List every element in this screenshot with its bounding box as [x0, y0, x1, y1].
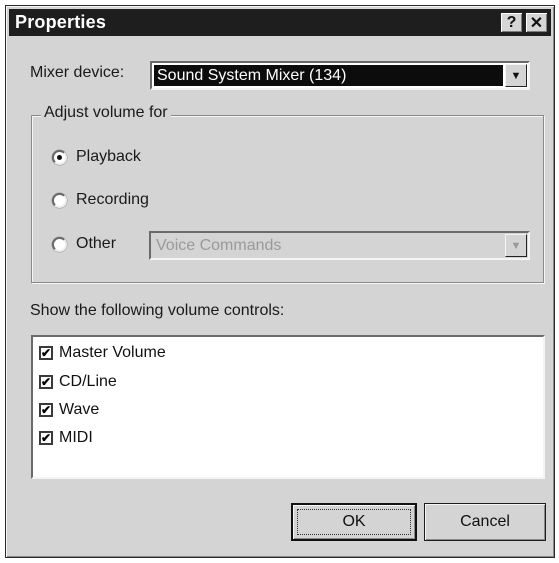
properties-dialog: Properties ? ✕ Mixer device: Sound Syste…	[5, 5, 555, 558]
radio-playback-label[interactable]: Playback	[76, 148, 141, 166]
checkbox-wave[interactable]: ✔	[39, 403, 53, 417]
list-item-label: CD/Line	[59, 373, 117, 390]
radio-recording-label[interactable]: Recording	[76, 191, 149, 209]
checkbox-master-volume[interactable]: ✔	[39, 346, 53, 360]
cancel-button[interactable]: Cancel	[424, 503, 546, 541]
volume-controls-label: Show the following volume controls:	[30, 302, 285, 319]
ok-button-label: OK	[342, 513, 366, 530]
other-device-dropdown[interactable]: Voice Commands ▼	[149, 231, 530, 260]
list-item-label: Master Volume	[59, 344, 166, 361]
radio-selected-dot	[57, 155, 62, 160]
mixer-device-dropdown[interactable]: Sound System Mixer (134) ▼	[150, 61, 530, 90]
radio-other[interactable]	[52, 237, 67, 252]
chevron-down-icon[interactable]: ▼	[505, 64, 527, 87]
radio-other-label[interactable]: Other	[76, 235, 116, 253]
chevron-down-icon[interactable]: ▼	[505, 234, 527, 257]
ok-button[interactable]: OK	[291, 503, 417, 541]
adjust-volume-group: Adjust volume for Playback Recording Oth…	[31, 104, 544, 283]
title-bar[interactable]: Properties ? ✕	[9, 9, 551, 36]
adjust-volume-legend: Adjust volume for	[41, 104, 171, 122]
list-item[interactable]: ✔ MIDI	[39, 426, 93, 450]
mixer-device-value: Sound System Mixer (134)	[154, 65, 503, 86]
checkbox-cd-line[interactable]: ✔	[39, 375, 53, 389]
mixer-device-label: Mixer device:	[30, 64, 125, 81]
close-button[interactable]: ✕	[525, 12, 548, 33]
window-title: Properties	[15, 12, 107, 32]
list-item[interactable]: ✔ Wave	[39, 398, 99, 422]
list-item[interactable]: ✔ Master Volume	[39, 341, 166, 365]
help-button[interactable]: ?	[500, 12, 523, 33]
checkbox-midi[interactable]: ✔	[39, 431, 53, 445]
radio-recording[interactable]	[52, 193, 67, 208]
radio-playback[interactable]	[52, 150, 67, 165]
list-item-label: Wave	[59, 401, 100, 418]
other-device-value: Voice Commands	[156, 237, 282, 254]
question-mark-icon: ?	[506, 13, 517, 31]
volume-controls-list[interactable]: ✔ Master Volume ✔ CD/Line ✔ Wave ✔ MIDI	[31, 335, 545, 479]
list-item[interactable]: ✔ CD/Line	[39, 370, 117, 394]
cancel-button-label: Cancel	[460, 513, 510, 530]
list-item-label: MIDI	[59, 429, 93, 446]
close-icon: ✕	[529, 14, 544, 32]
